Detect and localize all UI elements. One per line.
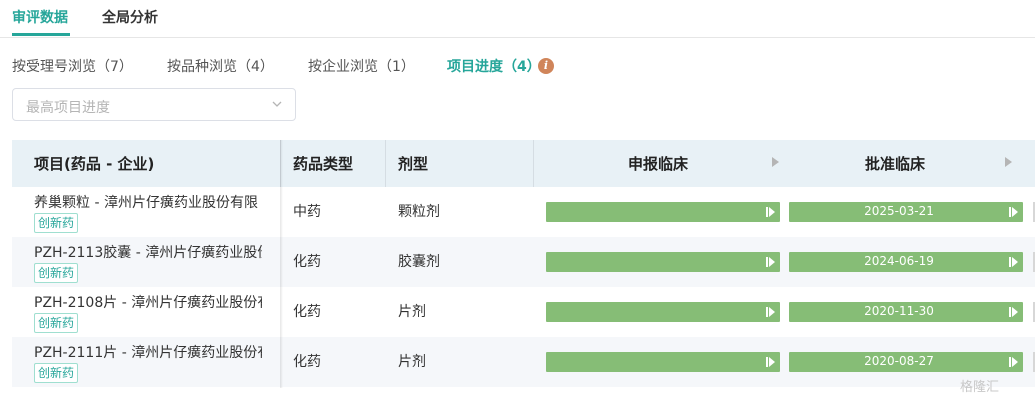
drug-type: 中药 [293,204,321,220]
innovative-drug-badge: 创新药 [34,363,79,383]
table-row[interactable]: PZH-2108片 - 漳州片仔癀药业股份有 创新药 化药 片剂 2020-11… [12,287,1035,337]
progress-filter-select[interactable]: 最高项目进度 [12,88,296,121]
subtab-by-acceptance-no[interactable]: 按受理号浏览（7） [12,56,133,76]
top-nav: 审评数据 全局分析 [0,0,1035,38]
bar-date: 2025-03-21 [864,204,934,218]
play-arrow-icon [772,157,779,167]
play-end-icon [1009,207,1018,217]
play-arrow-icon [1005,157,1012,167]
project-name[interactable]: PZH-2111片 - 漳州片仔癀药业股份有 [34,342,262,362]
innovative-drug-badge: 创新药 [34,313,79,333]
watermark: 格隆汇 [960,380,1000,395]
column-divider [533,140,534,187]
tab-review-data[interactable]: 审评数据 [12,7,68,27]
progress-bar-approve-clinical: 2020-11-30 [789,302,1023,322]
play-end-icon [1009,307,1018,317]
progress-bar-apply-clinical [546,302,780,322]
header-drug-type: 药品类型 [293,155,354,173]
chevron-down-icon [272,101,282,107]
table-header: 项目(药品 - 企业) 药品类型 剂型 申报临床 批准临床 [12,140,1035,187]
table-row[interactable]: PZH-2111片 - 漳州片仔癀药业股份有 创新药 化药 片剂 2020-08… [12,337,1035,387]
bar-date: 2020-11-30 [864,304,934,318]
dosage-form: 片剂 [398,304,426,320]
subtab-by-variety[interactable]: 按品种浏览（4） [167,56,274,76]
dosage-form: 胶囊剂 [398,254,440,270]
drug-type: 化药 [293,304,321,320]
play-end-icon [766,257,775,267]
tab-global-analysis[interactable]: 全局分析 [102,7,158,27]
play-end-icon [1009,357,1018,367]
header-stage-approve-clinical: 批准临床 [865,155,926,173]
header-project: 项目(药品 - 企业) [34,155,155,173]
play-end-icon [766,357,775,367]
subtab-by-company[interactable]: 按企业浏览（1） [308,56,415,76]
table-row[interactable]: PZH-2113胶囊 - 漳州片仔癀药业股份 创新药 化药 胶囊剂 2024-0… [12,237,1035,287]
bar-date: 2024-06-19 [864,254,934,268]
project-name[interactable]: PZH-2108片 - 漳州片仔癀药业股份有 [34,292,262,312]
play-end-icon [766,207,775,217]
progress-bar-apply-clinical [546,352,780,372]
header-stage-apply-clinical: 申报临床 [628,155,689,173]
progress-bar-apply-clinical [546,252,780,272]
innovative-drug-badge: 创新药 [34,263,79,283]
progress-bar-apply-clinical [546,202,780,222]
table-row[interactable]: 养巢颗粒 - 漳州片仔癀药业股份有限 创新药 中药 颗粒剂 2025-03-21 [12,187,1035,237]
play-end-icon [1009,257,1018,267]
subtab-project-progress[interactable]: 项目进度（4） [447,56,541,76]
innovative-drug-badge: 创新药 [34,213,79,233]
bar-date: 2020-08-27 [864,354,934,368]
drug-type: 化药 [293,354,321,370]
column-divider [385,140,386,187]
project-name[interactable]: 养巢颗粒 - 漳州片仔癀药业股份有限 [34,192,262,212]
progress-bar-approve-clinical: 2020-08-27 [789,352,1023,372]
header-dosage-form: 剂型 [398,155,429,173]
project-name[interactable]: PZH-2113胶囊 - 漳州片仔癀药业股份 [34,242,262,262]
progress-bar-approve-clinical: 2025-03-21 [789,202,1023,222]
select-placeholder: 最高项目进度 [26,100,110,116]
info-icon[interactable]: i [538,58,554,74]
dosage-form: 颗粒剂 [398,204,440,220]
play-end-icon [766,307,775,317]
drug-type: 化药 [293,254,321,270]
dosage-form: 片剂 [398,354,426,370]
frozen-column-shadow [280,140,283,388]
active-tab-indicator [12,33,70,36]
progress-bar-approve-clinical: 2024-06-19 [789,252,1023,272]
